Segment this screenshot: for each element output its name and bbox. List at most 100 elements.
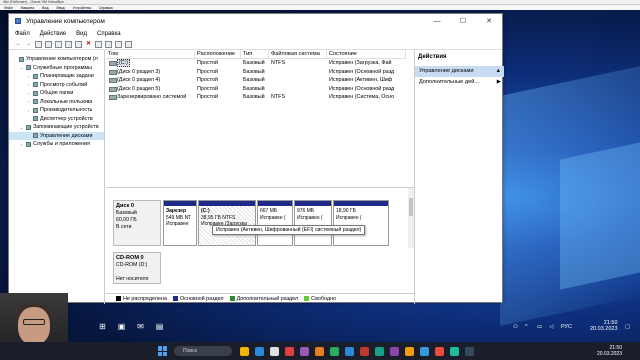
- properties-icon[interactable]: [55, 40, 62, 48]
- tree-node[interactable]: Диспетчер устройств: [9, 115, 104, 124]
- host-app-icon[interactable]: [315, 346, 324, 356]
- tree-node[interactable]: › Службы и приложения: [9, 140, 104, 149]
- partition-block[interactable]: 18,90 ГБ Исправен (: [333, 200, 389, 246]
- maximize-button[interactable]: ☐: [450, 14, 476, 28]
- expand-icon[interactable]: ⌄: [19, 125, 24, 130]
- host-app-icon[interactable]: [345, 346, 354, 356]
- delete-icon[interactable]: ✕: [85, 41, 92, 48]
- view-icon[interactable]: [75, 40, 82, 48]
- notifications-icon[interactable]: ▢: [625, 324, 630, 330]
- table-row[interactable]: Зарезервировано системой Простой Базовый NT…: [106, 93, 406, 102]
- column-header-layout[interactable]: Расположение: [195, 50, 241, 58]
- host-app-icon[interactable]: [375, 346, 384, 356]
- help-icon[interactable]: [65, 40, 72, 48]
- host-app-icon[interactable]: [300, 346, 309, 356]
- partition-block[interactable]: 667 МБ Исправен (: [257, 200, 293, 246]
- host-clock[interactable]: 21:50 20.03.2023: [597, 345, 622, 357]
- column-header-type[interactable]: Тип: [241, 50, 269, 58]
- expand-icon[interactable]: ›: [26, 82, 31, 87]
- host-app-icon[interactable]: [240, 346, 249, 356]
- action-more[interactable]: Дополнительные дей... ▶: [415, 77, 504, 88]
- host-app-icon[interactable]: [450, 346, 459, 356]
- expand-icon[interactable]: ›: [26, 74, 31, 79]
- search-icon[interactable]: [115, 40, 122, 48]
- cell-text: Исправен (Загрузка, Фай: [329, 60, 392, 66]
- close-button[interactable]: ✕: [476, 14, 502, 28]
- host-app-icon[interactable]: [420, 346, 429, 356]
- store-icon[interactable]: ▣: [117, 322, 126, 331]
- menu-item[interactable]: Справка: [97, 31, 121, 37]
- back-icon[interactable]: ←: [15, 41, 22, 48]
- tree-node[interactable]: Управление компьютером (л: [9, 55, 104, 64]
- menu-item[interactable]: Вид: [76, 31, 87, 37]
- scroll-thumb[interactable]: [409, 198, 413, 216]
- tree-node[interactable]: › Производительность: [9, 106, 104, 115]
- vbox-menu-item[interactable]: Ввод: [57, 6, 65, 10]
- expand-icon[interactable]: ›: [26, 91, 31, 96]
- host-search-box[interactable]: Поиск: [174, 346, 232, 356]
- tree-node[interactable]: › Локальные пользова: [9, 98, 104, 107]
- disk-0-info[interactable]: Диск 0 Базовый 60,00 ГБ В сети: [113, 200, 161, 246]
- expand-icon[interactable]: ⌄: [19, 65, 24, 70]
- menu-item[interactable]: Действие: [40, 31, 66, 37]
- table-row[interactable]: (Диск 0 раздел 3) Простой Базовый Исправен …: [106, 68, 406, 77]
- expand-icon[interactable]: ›: [26, 108, 31, 113]
- menu-item[interactable]: Файл: [15, 31, 30, 37]
- host-app-icon[interactable]: [465, 346, 474, 356]
- host-app-icon[interactable]: [255, 346, 264, 356]
- guest-system-tray: ⚇ ^ ▭ ◁ РУС 21:50 20.03.2023 ▢: [505, 318, 640, 342]
- host-taskbar-apps: [240, 346, 474, 356]
- expand-icon[interactable]: ›: [26, 99, 31, 104]
- forward-icon[interactable]: →: [25, 41, 32, 48]
- table-row[interactable]: (C:) Простой Базовый NTFS Исправен (Загрузка…: [106, 59, 406, 68]
- language-indicator[interactable]: РУС: [561, 324, 572, 330]
- host-app-icon[interactable]: [285, 346, 294, 356]
- host-app-icon[interactable]: [360, 346, 369, 356]
- tree-node[interactable]: ⌄ Запоминающие устройств: [9, 123, 104, 132]
- tree-node[interactable]: ⌄ Служебные программы: [9, 64, 104, 73]
- network-icon[interactable]: ▭: [537, 324, 542, 330]
- table-cell: Простой: [195, 68, 241, 77]
- console-tree-icon[interactable]: [45, 40, 52, 48]
- tree-node[interactable]: › Планировщик задани: [9, 72, 104, 81]
- host-start-icon[interactable]: [158, 346, 168, 356]
- disk-map-scrollbar[interactable]: [408, 188, 414, 248]
- legend-swatch: [229, 295, 235, 301]
- host-app-icon[interactable]: [405, 346, 414, 356]
- folder-icon[interactable]: [35, 40, 42, 48]
- tree-node[interactable]: › Просмотр событий: [9, 81, 104, 90]
- action-disk-management[interactable]: Управление дисками ▲: [415, 66, 504, 77]
- chevron-up-icon[interactable]: ^: [525, 324, 528, 330]
- host-app-icon[interactable]: [330, 346, 339, 356]
- vbox-menu-item[interactable]: Файл: [4, 6, 13, 10]
- guest-clock[interactable]: 21:50 20.03.2023: [590, 320, 618, 332]
- table-row[interactable]: (Диск 0 раздел 5) Простой Базовый Исправен …: [106, 85, 406, 94]
- minimize-button[interactable]: —: [424, 14, 450, 28]
- host-app-icon[interactable]: [435, 346, 444, 356]
- open-icon[interactable]: [105, 40, 112, 48]
- cdrom-info[interactable]: CD-ROM 0 CD-ROM (D:) Нет носителя: [113, 252, 161, 284]
- column-header-status[interactable]: Состояние: [327, 50, 406, 58]
- partition-block[interactable]: (C:) 38,95 ГБ NTFS Исправен (Загрузка: [198, 200, 256, 246]
- column-header-filesystem[interactable]: Файловая система: [269, 50, 327, 58]
- volume-icon[interactable]: ◁: [549, 324, 553, 330]
- start-icon[interactable]: ⊞: [98, 322, 107, 331]
- tree-node[interactable]: › Общие папки: [9, 89, 104, 98]
- vbox-menu-item[interactable]: Справка: [99, 6, 113, 10]
- partition-block[interactable]: Зарезер 549 МБ NT Исправен: [163, 200, 197, 246]
- host-app-icon[interactable]: [390, 346, 399, 356]
- people-icon[interactable]: ⚇: [513, 324, 518, 330]
- expand-icon[interactable]: ›: [19, 142, 24, 147]
- list-view-icon[interactable]: [125, 40, 132, 48]
- mail-icon[interactable]: ✉: [136, 322, 145, 331]
- tree-node[interactable]: Управление дисками: [9, 131, 104, 140]
- partition-block[interactable]: 976 МБ Исправен (: [294, 200, 332, 246]
- computer-management-task-icon[interactable]: ▤: [155, 322, 164, 331]
- column-header-volume[interactable]: Том: [106, 50, 195, 58]
- vbox-menu-item[interactable]: Вид: [42, 6, 48, 10]
- host-app-icon[interactable]: [270, 346, 279, 356]
- table-row[interactable]: (Диск 0 раздел 4) Простой Базовый Исправен …: [106, 76, 406, 85]
- vbox-menu-item[interactable]: Устройства: [73, 6, 91, 10]
- check-icon[interactable]: [95, 40, 102, 48]
- vbox-menu-item[interactable]: Машина: [21, 6, 35, 10]
